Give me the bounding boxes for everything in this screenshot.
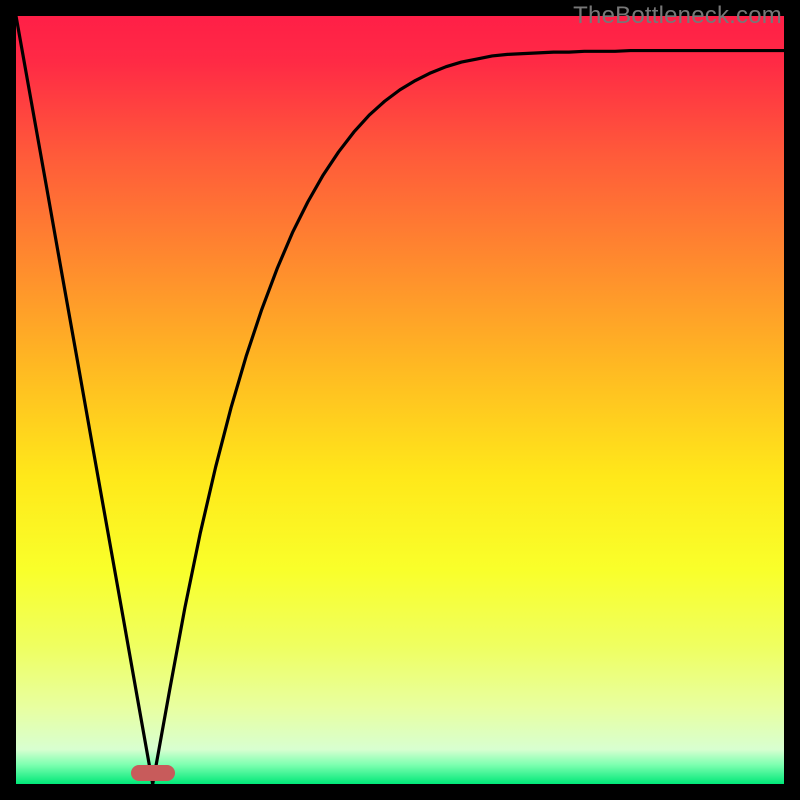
chart-svg [16,16,784,784]
chart-frame [16,16,784,784]
optimum-marker [131,765,175,781]
watermark-text: TheBottleneck.com [573,2,782,30]
